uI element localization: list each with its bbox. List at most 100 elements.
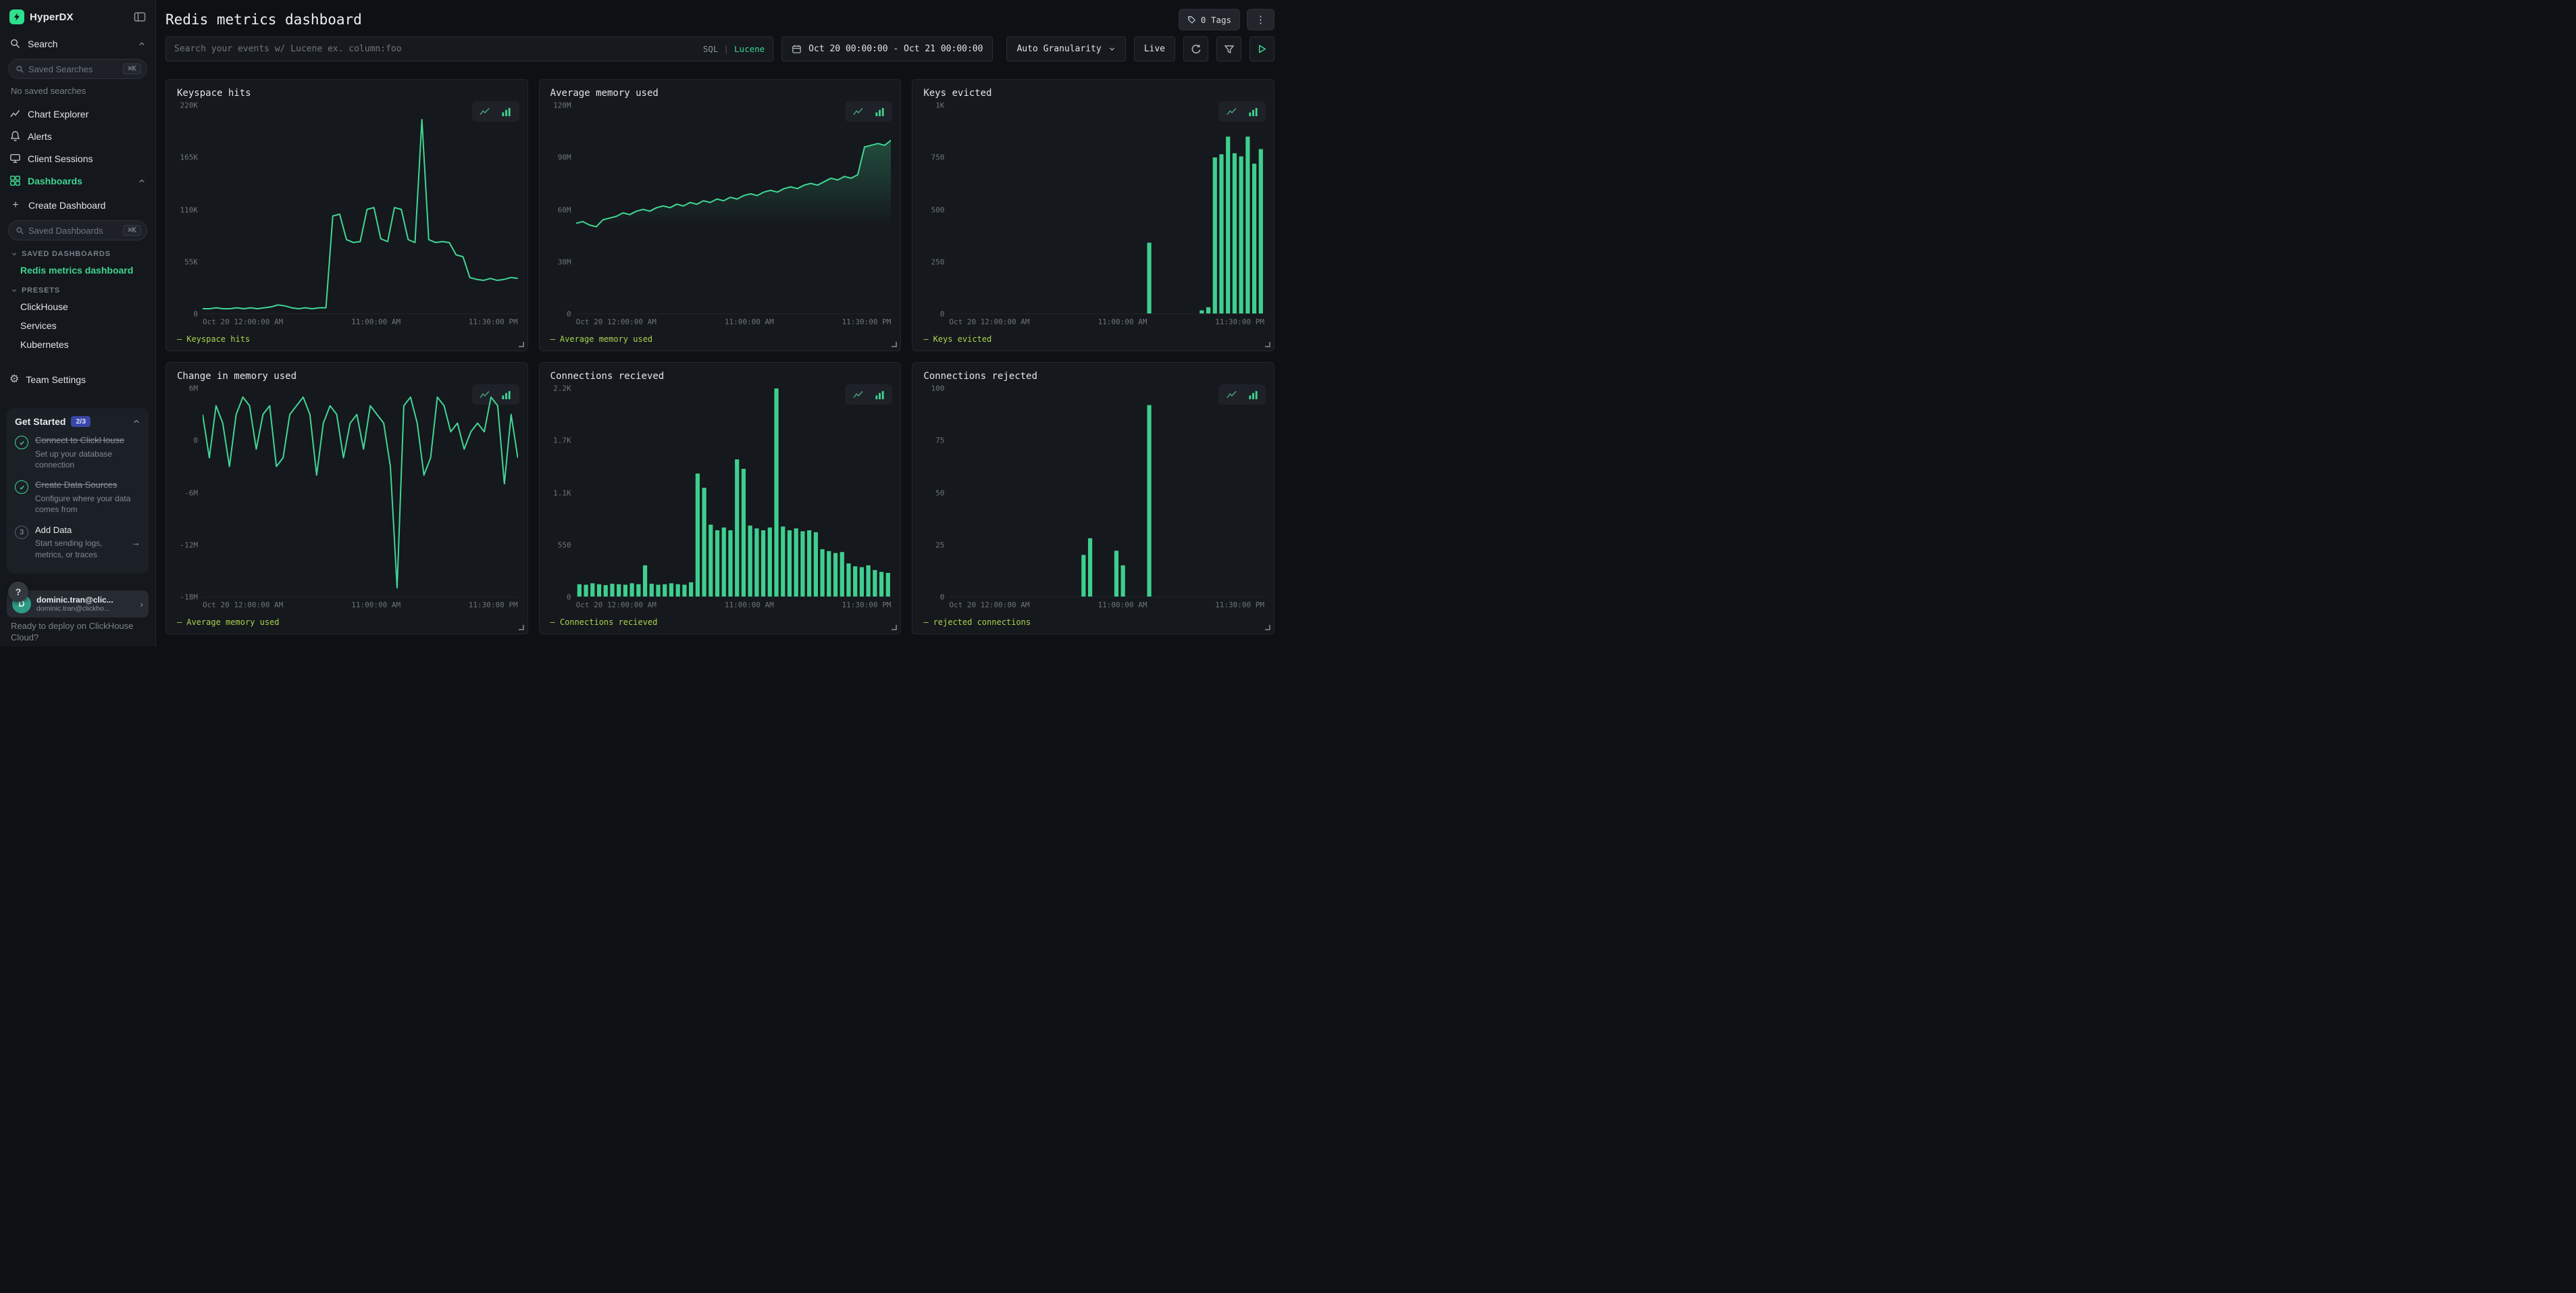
lucene-toggle[interactable]: Lucene: [734, 44, 765, 54]
date-range-picker[interactable]: Oct 20 00:00:00 - Oct 21 00:00:00: [781, 36, 993, 61]
chart-title[interactable]: Connections rejected: [923, 371, 1264, 382]
y-axis: 05501.1K1.7K2.2K: [546, 388, 576, 597]
run-query-button[interactable]: [1250, 36, 1274, 61]
legend-swatch: —: [177, 617, 182, 627]
chart-title[interactable]: Keyspace hits: [177, 88, 518, 99]
event-search[interactable]: SQL | Lucene: [165, 36, 773, 61]
legend-swatch: —: [177, 334, 182, 344]
chart-legend[interactable]: — Average memory used: [177, 617, 518, 627]
plus-icon: +: [9, 200, 22, 211]
preset-kubernetes[interactable]: Kubernetes: [0, 335, 155, 354]
sidebar-item-chart-explorer[interactable]: Chart Explorer: [0, 103, 155, 125]
resize-handle[interactable]: [519, 342, 524, 347]
language-divider: |: [723, 44, 729, 54]
resize-handle[interactable]: [892, 625, 897, 630]
saved-searches-input[interactable]: [28, 64, 119, 74]
refresh-button[interactable]: [1183, 36, 1208, 61]
chart-title[interactable]: Keys evicted: [923, 88, 1264, 99]
more-options-button[interactable]: ⋮: [1247, 9, 1274, 30]
chart-plot-area[interactable]: [576, 388, 892, 597]
resize-handle[interactable]: [1265, 625, 1270, 630]
presets-section[interactable]: PRESETS: [0, 280, 155, 297]
chart-title[interactable]: Connections recieved: [550, 371, 892, 382]
collapse-sidebar-icon[interactable]: [132, 9, 147, 24]
chart-card: Average memory used 030M60M90M120M Oct 2…: [539, 79, 902, 351]
sidebar-item-alerts[interactable]: Alerts: [0, 125, 155, 147]
sidebar-item-label: Chart Explorer: [28, 109, 146, 120]
saved-dashboards-input[interactable]: [28, 226, 119, 236]
check-circle-icon: [15, 436, 28, 449]
create-dashboard-button[interactable]: + Create Dashboard: [0, 192, 155, 216]
chart-legend[interactable]: — Average memory used: [550, 334, 892, 344]
live-button[interactable]: Live: [1134, 36, 1175, 61]
check-circle-icon: [15, 480, 28, 494]
sidebar-item-search[interactable]: Search: [0, 32, 155, 55]
shortcut-badge: ⌘K: [123, 225, 141, 236]
saved-searches-search[interactable]: ⌘K: [8, 59, 147, 79]
create-dashboard-label: Create Dashboard: [28, 200, 146, 211]
chevron-up-icon[interactable]: [132, 417, 140, 426]
legend-label: Average memory used: [186, 617, 279, 627]
chart-plot-area[interactable]: [949, 388, 1264, 597]
user-menu[interactable]: D dominic.tran@clic... dominic.tran@clic…: [7, 590, 149, 617]
get-started-item-add-data[interactable]: 3 Add Data Start sending logs, metrics, …: [15, 525, 140, 560]
user-name: dominic.tran@clic...: [36, 595, 134, 605]
get-started-item-sources[interactable]: Create Data Sources Configure where your…: [15, 480, 140, 515]
arrow-right-icon: →: [131, 537, 140, 548]
sidebar-item-team-settings[interactable]: ⚙ Team Settings: [0, 369, 155, 390]
saved-dashboard-redis[interactable]: Redis metrics dashboard: [0, 261, 155, 280]
step-circle-icon: 3: [15, 526, 28, 539]
sidebar-item-label: Search: [28, 39, 131, 49]
chevron-down-icon: [11, 287, 18, 294]
chart-legend[interactable]: — Keyspace hits: [177, 334, 518, 344]
legend-label: rejected connections: [933, 617, 1031, 627]
preset-services[interactable]: Services: [0, 316, 155, 335]
chevron-down-icon: [11, 251, 18, 257]
y-axis: 055K110K165K220K: [173, 105, 203, 314]
y-axis: 6M0-6M-12M-18M: [173, 388, 203, 597]
help-button[interactable]: ?: [8, 582, 28, 602]
chart-plot-area[interactable]: [203, 388, 518, 597]
legend-label: Keyspace hits: [186, 334, 250, 344]
resize-handle[interactable]: [519, 625, 524, 630]
saved-dashboards-search[interactable]: ⌘K: [8, 220, 147, 240]
chart-plot-area[interactable]: [576, 105, 892, 314]
granularity-select[interactable]: Auto Granularity: [1006, 36, 1125, 61]
legend-label: Average memory used: [560, 334, 652, 344]
legend-swatch: —: [923, 334, 928, 344]
sidebar-item-label: Client Sessions: [28, 153, 146, 164]
chart-legend[interactable]: — rejected connections: [923, 617, 1264, 627]
preset-clickhouse[interactable]: ClickHouse: [0, 297, 155, 316]
saved-dashboards-section[interactable]: SAVED DASHBOARDS: [0, 243, 155, 261]
tag-icon: [1187, 16, 1196, 24]
line-chart-icon: [9, 108, 21, 120]
sql-toggle[interactable]: SQL: [703, 44, 719, 54]
sidebar-item-label: Team Settings: [26, 374, 146, 385]
filter-icon: [1224, 44, 1235, 55]
x-axis: Oct 20 12:00:00 AM11:00:00 AM11:30:00 PM: [203, 318, 518, 328]
clickhouse-cloud-promo[interactable]: Ready to deploy on ClickHouse Cloud?: [11, 620, 145, 644]
chart-title[interactable]: Change in memory used: [177, 371, 518, 382]
chart-plot-area[interactable]: [949, 105, 1264, 314]
sidebar-item-dashboards[interactable]: Dashboards: [0, 170, 155, 192]
kebab-menu-icon: ⋮: [1256, 14, 1266, 26]
resize-handle[interactable]: [892, 342, 897, 347]
dashboard-header: Redis metrics dashboard 0 Tags ⋮: [156, 0, 1288, 30]
event-search-input[interactable]: [174, 44, 698, 54]
sidebar-item-label: Alerts: [28, 131, 146, 142]
sidebar: HyperDX Search ⌘K No saved searches Char…: [0, 0, 156, 646]
tags-button[interactable]: 0 Tags: [1179, 9, 1240, 30]
resize-handle[interactable]: [1265, 342, 1270, 347]
y-axis: 030M60M90M120M: [546, 105, 576, 314]
sidebar-item-client-sessions[interactable]: Client Sessions: [0, 147, 155, 170]
chart-legend[interactable]: — Keys evicted: [923, 334, 1264, 344]
chart-title[interactable]: Average memory used: [550, 88, 892, 99]
x-axis: Oct 20 12:00:00 AM11:00:00 AM11:30:00 PM: [949, 318, 1264, 328]
x-axis: Oct 20 12:00:00 AM11:00:00 AM11:30:00 PM: [949, 601, 1264, 611]
get-started-item-connect[interactable]: Connect to ClickHouse Set up your databa…: [15, 435, 140, 470]
y-axis: 02505007501K: [919, 105, 949, 314]
filter-button[interactable]: [1216, 36, 1241, 61]
chart-plot-area[interactable]: [203, 105, 518, 314]
get-started-card: Get Started 2/3 Connect to ClickHouse Se…: [7, 408, 149, 574]
chart-legend[interactable]: — Connections recieved: [550, 617, 892, 627]
